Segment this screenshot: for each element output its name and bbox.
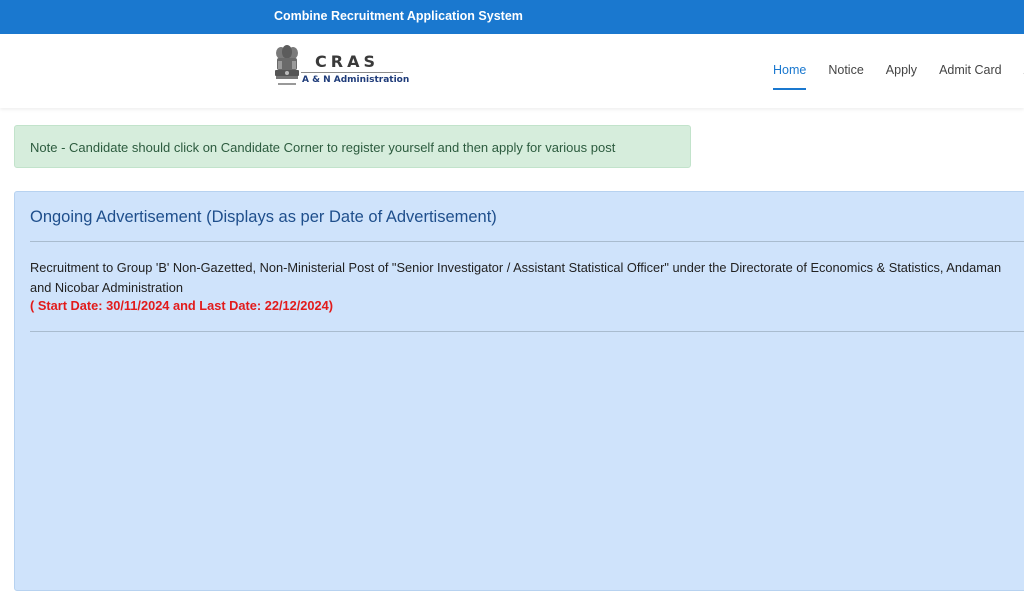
ongoing-advertisement-panel: Ongoing Advertisement (Displays as per D… (14, 191, 1024, 591)
panel-heading: Ongoing Advertisement (Displays as per D… (30, 208, 497, 227)
heading-divider (30, 241, 1024, 242)
logo-divider (301, 72, 403, 73)
nav-item-admit-card[interactable]: Admit Card (939, 63, 1002, 83)
logo-title: CRAS (315, 52, 379, 71)
nav-item-home[interactable]: Home (773, 63, 806, 83)
national-emblem-icon (273, 44, 301, 90)
advertisement-divider (30, 331, 1024, 332)
nav-item-notice[interactable]: Notice (828, 63, 863, 83)
advertisement-link[interactable]: Recruitment to Group 'B' Non-Gazetted, N… (30, 258, 1020, 298)
alert-text: Note - Candidate should click on Candida… (30, 140, 615, 155)
candidate-note-alert: Note - Candidate should click on Candida… (14, 125, 691, 168)
logo-subtitle: A & N Administration (302, 75, 409, 85)
advertisement-dates: ( Start Date: 30/11/2024 and Last Date: … (30, 298, 333, 313)
nav-item-apply[interactable]: Apply (886, 63, 917, 83)
main-navbar: CRAS A & N Administration Home Notice Ap… (0, 34, 1024, 108)
system-title: Combine Recruitment Application System (274, 9, 523, 23)
nav-menu: Home Notice Apply Admit Card Ar (773, 63, 1024, 83)
top-header-bar: Combine Recruitment Application System (0, 0, 1024, 34)
cras-logo[interactable]: CRAS A & N Administration (273, 44, 403, 94)
